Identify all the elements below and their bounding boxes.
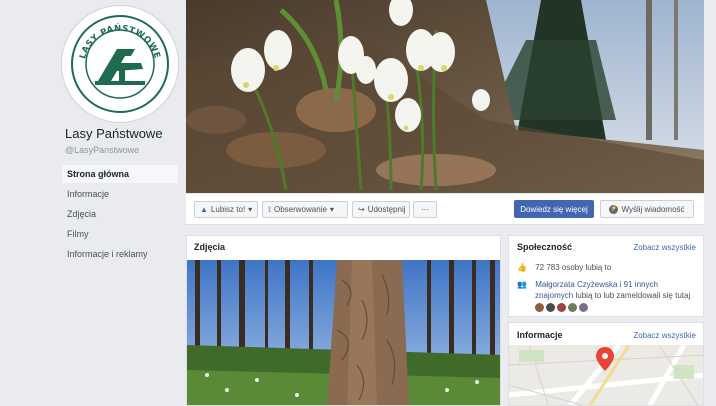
nav-item-photos[interactable]: Zdjęcia	[62, 205, 178, 223]
thumbs-up-icon: ▲	[200, 205, 208, 214]
share-icon: ↪	[358, 205, 365, 214]
location-map[interactable]	[509, 343, 703, 405]
rss-icon: ⟟	[268, 204, 271, 214]
avatar[interactable]	[546, 303, 555, 312]
friends-row: 👥 Małgorzata Czyżewska i 91 innych	[517, 280, 658, 289]
like-button[interactable]: ▲ Lubisz to! ▾	[194, 201, 258, 218]
likes-row: 👍 72 783 osoby lubią to	[517, 263, 611, 272]
info-see-all-link[interactable]: Zobacz wszystkie	[633, 331, 696, 340]
nav-item-info-and-ads[interactable]: Informacje i reklamy	[62, 245, 178, 263]
info-card: Informacje Zobacz wszystkie	[508, 322, 704, 406]
friends-rest-text: lubią to lub zameldowali się tutaj	[575, 291, 691, 300]
info-title[interactable]: Informacje	[517, 330, 563, 340]
friends-link[interactable]: znajomych	[535, 291, 573, 300]
send-message-label: Wyślij wiadomość	[621, 204, 685, 214]
messenger-icon: ⚡	[609, 204, 619, 214]
photos-card-title[interactable]: Zdjęcia	[194, 242, 225, 252]
nav-item-home[interactable]: Strona główna	[62, 165, 178, 183]
community-card: Społeczność Zobacz wszystkie 👍 72 783 os…	[508, 235, 704, 317]
share-label: Udostępnij	[367, 205, 406, 214]
community-see-all-link[interactable]: Zobacz wszystkie	[633, 243, 696, 252]
follow-label: Obserwowanie	[273, 205, 327, 214]
friend-avatars	[535, 303, 588, 312]
photos-card: Zdjęcia	[186, 235, 501, 406]
send-message-button[interactable]: ⚡ Wyślij wiadomość	[600, 200, 694, 218]
likes-count: 72 783 osoby lubią to	[535, 263, 612, 272]
avatar[interactable]	[535, 303, 544, 312]
friends-icon: 👥	[517, 280, 527, 289]
like-label: Lubisz to!	[210, 205, 246, 214]
avatar[interactable]	[557, 303, 566, 312]
friends-names-link[interactable]: Małgorzata Czyżewska i 91 innych	[535, 280, 658, 289]
cover-photo[interactable]	[186, 0, 704, 193]
community-title[interactable]: Społeczność	[517, 242, 572, 252]
forest-photo[interactable]	[187, 260, 500, 405]
nav-item-videos[interactable]: Filmy	[62, 225, 178, 243]
more-options-button[interactable]: ···	[413, 201, 437, 218]
page-profile-picture[interactable]: LASY PAŃSTWOWE	[62, 6, 178, 122]
page-handle: @LasyPanstwowe	[65, 145, 140, 155]
left-column: LASY PAŃSTWOWE Lasy Państwowe @LasyPanst…	[0, 0, 186, 406]
avatar[interactable]	[568, 303, 577, 312]
thumbs-up-icon: 👍	[517, 263, 527, 272]
page-title: Lasy Państwowe	[65, 126, 163, 141]
follow-button[interactable]: ⟟ Obserwowanie ▾	[262, 201, 348, 218]
learn-more-button[interactable]: Dowiedz się więcej	[514, 200, 594, 218]
nav-item-about[interactable]: Informacje	[62, 185, 178, 203]
lasy-panstwowe-logo: LASY PAŃSTWOWE	[68, 12, 172, 116]
share-button[interactable]: ↪ Udostępnij	[352, 201, 410, 218]
chevron-down-icon: ▾	[248, 205, 253, 214]
avatar[interactable]	[579, 303, 588, 312]
chevron-down-icon: ▾	[329, 205, 334, 214]
friends-row-line2: znajomych lubią to lub zameldowali się t…	[535, 291, 690, 300]
